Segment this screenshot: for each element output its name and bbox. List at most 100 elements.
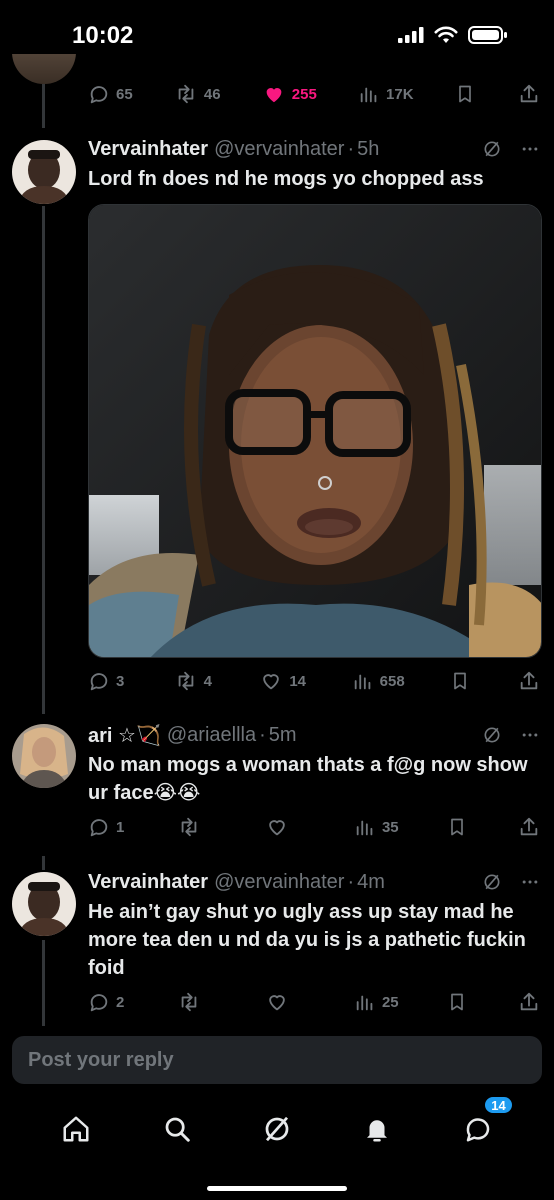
- reply-icon: [90, 673, 108, 691]
- share-button[interactable]: [518, 83, 540, 105]
- repost-icon: [178, 84, 194, 104]
- home-indicator[interactable]: [207, 1186, 347, 1191]
- timestamp[interactable]: 5m: [269, 724, 297, 747]
- share-icon: [520, 671, 538, 690]
- display-name[interactable]: Vervainhater: [88, 871, 208, 894]
- views-button[interactable]: 25: [354, 991, 399, 1013]
- timestamp[interactable]: 4m: [357, 871, 385, 894]
- user-handle[interactable]: @vervainhater: [214, 871, 344, 894]
- reply-button[interactable]: 2: [88, 991, 128, 1013]
- tab-messages[interactable]: 14: [458, 1095, 514, 1149]
- tweet-actions: 2 25: [88, 988, 540, 1016]
- status-icons: [398, 26, 508, 44]
- separator-dot: ·: [259, 723, 266, 746]
- like-button[interactable]: 255: [262, 83, 317, 105]
- bookmark-icon: [458, 85, 471, 103]
- tab-search[interactable]: [157, 1109, 197, 1149]
- repost-button[interactable]: [177, 816, 217, 838]
- avatar[interactable]: [12, 724, 76, 788]
- search-icon: [165, 1117, 190, 1142]
- heart-icon: [269, 995, 286, 1011]
- bookmark-icon: [454, 672, 467, 690]
- repost-button[interactable]: [177, 991, 217, 1013]
- previous-tweet-actions: 65 46 255 17K: [88, 80, 540, 108]
- thread-line: [42, 940, 45, 1026]
- repost-icon: [178, 671, 193, 691]
- separator-dot: ·: [347, 870, 355, 893]
- previous-avatar[interactable]: [12, 54, 76, 84]
- views-count: 658: [379, 672, 405, 690]
- like-button[interactable]: 14: [259, 670, 306, 692]
- share-icon: [520, 84, 538, 103]
- reply-count: 3: [116, 672, 125, 690]
- user-handle[interactable]: @ariaellla: [167, 724, 256, 747]
- share-icon: [520, 817, 538, 836]
- bookmark-button[interactable]: [450, 670, 472, 692]
- reply-button[interactable]: 1: [88, 816, 128, 838]
- bookmark-button[interactable]: [447, 991, 469, 1013]
- reply-button[interactable]: 65: [88, 83, 133, 105]
- reply-count: 65: [116, 85, 133, 103]
- tweet-text: Lord fn does nd he mogs yo chopped ass: [88, 168, 484, 190]
- like-button[interactable]: [265, 816, 305, 838]
- repost-count: 4: [203, 672, 212, 690]
- thread-line: [42, 856, 45, 870]
- views-button[interactable]: 17K: [358, 83, 414, 105]
- display-name[interactable]: Vervainhater: [88, 138, 208, 161]
- timestamp[interactable]: 5h: [357, 138, 379, 161]
- bookmark-icon: [451, 993, 464, 1011]
- more-options-icon[interactable]: [520, 872, 540, 892]
- share-button[interactable]: [518, 991, 540, 1013]
- reply-icon: [90, 86, 108, 104]
- tab-notifications[interactable]: [357, 1109, 397, 1149]
- tweet-actions: 3 4 14 658: [88, 667, 540, 695]
- like-count: 255: [291, 85, 317, 103]
- battery-icon: [468, 26, 507, 44]
- grok-icon[interactable]: [482, 139, 502, 159]
- avatar[interactable]: [12, 140, 76, 204]
- tab-home[interactable]: [56, 1109, 96, 1149]
- tweet-media-image[interactable]: [88, 204, 542, 658]
- thread-line: [42, 206, 45, 714]
- share-button[interactable]: [518, 816, 540, 838]
- repost-button[interactable]: 46: [174, 83, 221, 105]
- status-bar: 10:02: [0, 0, 554, 72]
- thread-line: [42, 84, 45, 128]
- tab-grok[interactable]: [257, 1109, 297, 1149]
- tweet-actions: 1 35: [88, 813, 540, 841]
- tweet-header: ari ☆🏹 @ariaellla · 5m: [88, 722, 540, 748]
- reply-input[interactable]: Post your reply: [12, 1036, 542, 1084]
- bookmark-icon: [451, 818, 464, 836]
- views-icon: [360, 87, 377, 103]
- views-button[interactable]: 35: [354, 816, 399, 838]
- repost-button[interactable]: 4: [174, 670, 214, 692]
- avatar[interactable]: [12, 872, 76, 936]
- bookmark-button[interactable]: [447, 816, 469, 838]
- messages-icon: [466, 1118, 489, 1142]
- repost-icon: [181, 992, 196, 1012]
- wifi-icon: [434, 26, 458, 43]
- bookmark-button[interactable]: [455, 83, 477, 105]
- status-time: 10:02: [72, 22, 134, 49]
- views-icon: [354, 674, 370, 690]
- reply-icon: [90, 994, 108, 1012]
- tweet-header: Vervainhater @vervainhater · 5h: [88, 136, 540, 162]
- views-count: 35: [381, 818, 399, 836]
- views-button[interactable]: 658: [352, 670, 405, 692]
- share-button[interactable]: [518, 670, 540, 692]
- views-icon: [356, 995, 373, 1011]
- like-count: 14: [289, 672, 306, 690]
- more-options-icon[interactable]: [520, 139, 540, 159]
- display-name[interactable]: ari ☆🏹: [88, 723, 161, 748]
- reply-button[interactable]: 3: [88, 670, 128, 692]
- user-handle[interactable]: @vervainhater: [214, 138, 344, 161]
- bell-icon: [367, 1120, 388, 1142]
- like-button[interactable]: [265, 991, 305, 1013]
- more-options-icon[interactable]: [520, 725, 540, 745]
- bottom-tab-bar: 14: [0, 1094, 554, 1164]
- heart-icon: [263, 674, 280, 690]
- tweet-text: He ain’t gay shut yo ugly ass up stay ma…: [88, 901, 526, 979]
- grok-icon[interactable]: [482, 872, 502, 892]
- repost-count: 46: [203, 85, 221, 103]
- grok-icon[interactable]: [482, 725, 502, 745]
